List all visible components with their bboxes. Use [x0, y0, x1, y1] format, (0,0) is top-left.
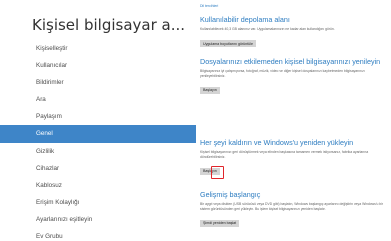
nav-item-users[interactable]: Kullanıcılar: [0, 57, 196, 74]
reset-button-highlight: [211, 166, 224, 179]
page-title: Kişisel bilgisayar a...: [32, 16, 186, 34]
nav-item-personalize[interactable]: Kişiselleştir: [0, 40, 196, 57]
reset-description: Kişisel bilgisayarınızı geri dönüştürmek…: [200, 150, 369, 159]
nav-item-sync-settings[interactable]: Ayarlarınızı eşitleyin: [0, 211, 196, 228]
refresh-description: Bilgisayarınız iyi çalışmıyorsa, fotoğra…: [200, 69, 365, 78]
settings-nav-list: Kişiselleştir Kullanıcılar Bildirimler A…: [0, 40, 196, 241]
reset-heading: Her şeyi kaldırın ve Windows'u yeniden y…: [200, 138, 354, 147]
reset-section: Her şeyi kaldırın ve Windows'u yeniden y…: [200, 138, 386, 177]
settings-content-pane: Dil tercihleri Kullanılabilir depolama a…: [196, 0, 391, 241]
nav-item-ease-of-access[interactable]: Erişim Kolaylığı: [0, 194, 196, 211]
nav-item-general[interactable]: Genel: [0, 125, 196, 143]
refresh-start-button[interactable]: Başlayın: [200, 86, 220, 94]
advanced-startup-heading: Gelişmiş başlangıç: [200, 190, 261, 199]
advanced-startup-description: Bir aygıt veya diskten (USB sürücüsü vey…: [200, 202, 384, 211]
settings-nav-pane: Kişisel bilgisayar a... Kişiselleştir Ku…: [0, 0, 196, 241]
nav-item-homegroup[interactable]: Ev Grubu: [0, 228, 196, 241]
storage-heading: Kullanılabilir depolama alanı: [200, 15, 290, 24]
nav-item-share[interactable]: Paylaşım: [0, 108, 196, 125]
nav-item-privacy[interactable]: Gizlilik: [0, 143, 196, 160]
view-app-sizes-button[interactable]: Uygulama boyutlarını görüntüle: [200, 40, 256, 48]
nav-item-wireless[interactable]: Kablosuz: [0, 177, 196, 194]
nav-item-search[interactable]: Ara: [0, 91, 196, 108]
storage-section: Kullanılabilir depolama alanı Kullanılab…: [200, 15, 386, 50]
advanced-startup-section: Gelişmiş başlangıç Bir aygıt veya diskte…: [200, 190, 386, 229]
refresh-section: Dosyalarınızı etkilemeden kişisel bilgis…: [200, 57, 386, 96]
language-preferences-link[interactable]: Dil tercihleri: [200, 4, 218, 8]
nav-item-devices[interactable]: Cihazlar: [0, 160, 196, 177]
refresh-heading: Dosyalarınızı etkilemeden kişisel bilgis…: [200, 57, 381, 66]
restart-now-button[interactable]: Şimdi yeniden başlat: [200, 219, 240, 227]
nav-item-notifications[interactable]: Bildirimler: [0, 74, 196, 91]
storage-description: Kullanılabilecek 40,3 GB alanınız var. U…: [200, 27, 335, 31]
